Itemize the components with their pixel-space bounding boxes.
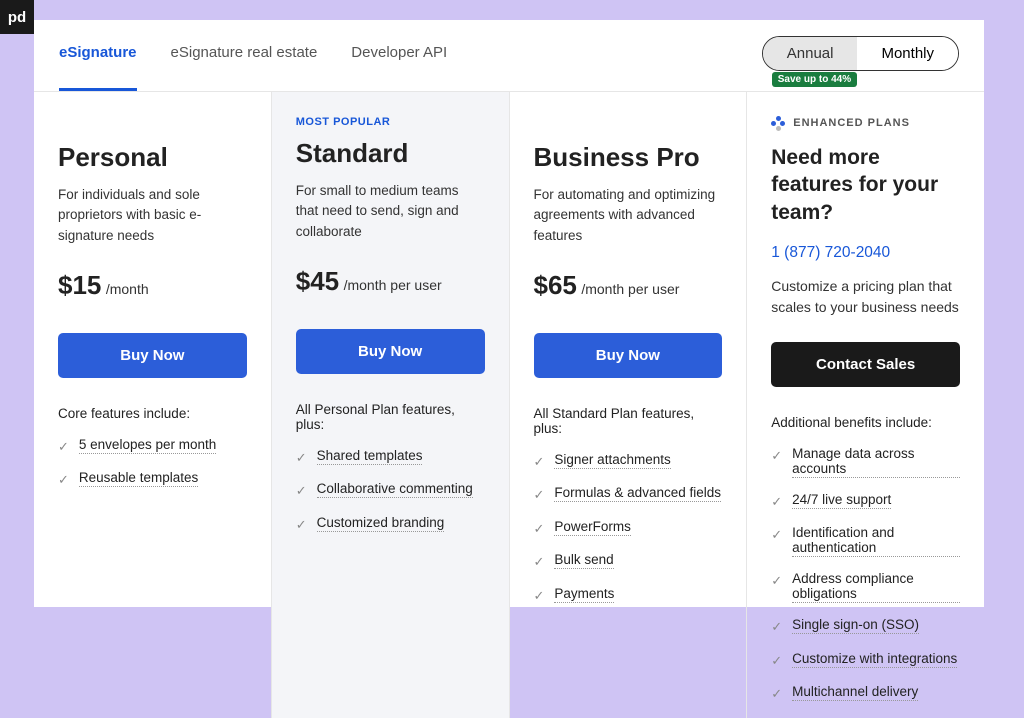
feature-item: ✓ Customize with integrations	[771, 651, 960, 671]
price-amount: $15	[58, 270, 101, 300]
feature-text: Formulas & advanced fields	[554, 485, 721, 502]
check-icon: ✓	[534, 485, 545, 505]
enhanced-title: Need more features for your team?	[771, 144, 960, 226]
buy-now-button[interactable]: Buy Now	[296, 329, 485, 374]
check-icon: ✓	[534, 552, 545, 572]
feature-item: ✓ Signer attachments	[534, 452, 723, 472]
feature-text: Identification and authentication	[792, 525, 960, 557]
enhanced-plans-icon	[771, 116, 785, 130]
period-pill: Annual Monthly	[762, 36, 959, 71]
feature-item: ✓ Customized branding	[296, 515, 485, 535]
tab-developer-api[interactable]: Developer API	[351, 44, 447, 91]
features-intro: All Standard Plan features, plus:	[534, 406, 723, 436]
price-amount: $65	[534, 270, 577, 300]
feature-item: ✓ Address compliance obligations	[771, 571, 960, 603]
save-badge: Save up to 44%	[772, 72, 857, 87]
plan-desc: For small to medium teams that need to s…	[296, 181, 485, 242]
plan-business-pro: Business Pro For automating and optimizi…	[510, 92, 748, 718]
check-icon: ✓	[296, 515, 307, 535]
feature-item: ✓ Single sign-on (SSO)	[771, 617, 960, 637]
plan-desc: For individuals and sole proprietors wit…	[58, 185, 247, 246]
feature-text: 24/7 live support	[792, 492, 891, 509]
plan-title: Standard	[296, 138, 485, 169]
tab-realestate[interactable]: eSignature real estate	[171, 44, 318, 91]
check-icon: ✓	[534, 519, 545, 539]
check-icon: ✓	[771, 571, 782, 591]
price-amount: $45	[296, 266, 339, 296]
enhanced-label: ENHANCED PLANS	[793, 117, 910, 129]
feature-item: ✓ Shared templates	[296, 448, 485, 468]
contact-sales-button[interactable]: Contact Sales	[771, 342, 960, 387]
feature-text: Address compliance obligations	[792, 571, 960, 603]
feature-text: Customize with integrations	[792, 651, 957, 668]
feature-item: ✓ Formulas & advanced fields	[534, 485, 723, 505]
feature-item: ✓ Payments	[534, 586, 723, 606]
price-period: /month per user	[581, 281, 679, 297]
price-row: $15 /month	[58, 270, 247, 301]
check-icon: ✓	[771, 492, 782, 512]
plan-title: Business Pro	[534, 142, 723, 173]
plan-enhanced: ENHANCED PLANS Need more features for yo…	[747, 92, 984, 718]
price-period: /month per user	[344, 277, 442, 293]
feature-item: ✓ Bulk send	[534, 552, 723, 572]
price-row: $45 /month per user	[296, 266, 485, 297]
feature-item: ✓ Reusable templates	[58, 470, 247, 490]
check-icon: ✓	[534, 586, 545, 606]
check-icon: ✓	[771, 446, 782, 466]
check-icon: ✓	[771, 651, 782, 671]
plan-standard: MOST POPULAR Standard For small to mediu…	[272, 92, 510, 718]
tab-esignature[interactable]: eSignature	[59, 44, 137, 91]
feature-item: ✓ Identification and authentication	[771, 525, 960, 557]
billing-period-switch: Annual Monthly Save up to 44%	[762, 36, 959, 71]
price-row: $65 /month per user	[534, 270, 723, 301]
feature-text: Collaborative commenting	[317, 481, 473, 498]
check-icon: ✓	[771, 684, 782, 704]
check-icon: ✓	[771, 525, 782, 545]
phone-link[interactable]: 1 (877) 720-2040	[771, 244, 960, 262]
feature-text: Payments	[554, 586, 614, 603]
feature-text: PowerForms	[554, 519, 631, 536]
feature-text: Multichannel delivery	[792, 684, 918, 701]
most-popular-label: MOST POPULAR	[296, 116, 485, 128]
plans-grid: Personal For individuals and sole propri…	[34, 92, 984, 718]
feature-item: ✓ 5 envelopes per month	[58, 437, 247, 457]
feature-item: ✓ 24/7 live support	[771, 492, 960, 512]
buy-now-button[interactable]: Buy Now	[58, 333, 247, 378]
feature-item: ✓ Manage data across accounts	[771, 446, 960, 478]
features-intro: Additional benefits include:	[771, 415, 960, 430]
check-icon: ✓	[58, 470, 69, 490]
buy-now-button[interactable]: Buy Now	[534, 333, 723, 378]
annual-option[interactable]: Annual	[763, 37, 858, 70]
pricing-card: eSignature eSignature real estate Develo…	[34, 20, 984, 607]
feature-text: Signer attachments	[554, 452, 670, 469]
enhanced-header: ENHANCED PLANS	[771, 116, 960, 130]
check-icon: ✓	[58, 437, 69, 457]
plan-personal: Personal For individuals and sole propri…	[34, 92, 272, 718]
check-icon: ✓	[296, 448, 307, 468]
monthly-option[interactable]: Monthly	[857, 37, 958, 70]
feature-item: ✓ PowerForms	[534, 519, 723, 539]
feature-text: Single sign-on (SSO)	[792, 617, 919, 634]
feature-item: ✓ Multichannel delivery	[771, 684, 960, 704]
feature-item: ✓ Collaborative commenting	[296, 481, 485, 501]
features-intro: Core features include:	[58, 406, 247, 421]
feature-text: Reusable templates	[79, 470, 198, 487]
feature-text: Shared templates	[317, 448, 423, 465]
plan-title: Personal	[58, 142, 247, 173]
feature-text: 5 envelopes per month	[79, 437, 216, 454]
brand-logo-icon: pd	[0, 0, 34, 34]
check-icon: ✓	[534, 452, 545, 472]
check-icon: ✓	[771, 617, 782, 637]
feature-text: Bulk send	[554, 552, 613, 569]
top-bar: eSignature eSignature real estate Develo…	[34, 44, 984, 92]
feature-text: Customized branding	[317, 515, 445, 532]
feature-text: Manage data across accounts	[792, 446, 960, 478]
check-icon: ✓	[296, 481, 307, 501]
features-intro: All Personal Plan features, plus:	[296, 402, 485, 432]
price-period: /month	[106, 281, 149, 297]
product-tabs: eSignature eSignature real estate Develo…	[59, 44, 447, 91]
enhanced-desc: Customize a pricing plan that scales to …	[771, 276, 960, 318]
plan-desc: For automating and optimizing agreements…	[534, 185, 723, 246]
